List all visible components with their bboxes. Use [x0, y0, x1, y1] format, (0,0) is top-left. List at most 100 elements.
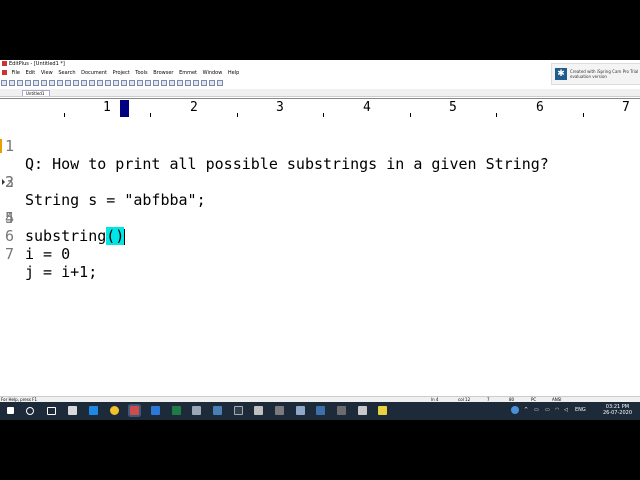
network-icon[interactable]: ▭ [534, 407, 539, 413]
chevron-up-icon[interactable]: ^ [524, 407, 528, 413]
paste-icon[interactable] [65, 80, 71, 86]
ruler-tick [410, 113, 411, 117]
cliptext-icon[interactable] [193, 80, 199, 86]
ruler-number: 5 [449, 100, 457, 115]
cut-icon[interactable] [49, 80, 55, 86]
ruler-tick [150, 113, 151, 117]
ruler-number: 3 [276, 100, 284, 115]
window-title: EditPlus - [Untitled1 *] [9, 61, 65, 67]
code-line: 3 [0, 155, 54, 191]
line-text: j = i+1; [25, 263, 98, 281]
save-icon[interactable] [17, 80, 23, 86]
notice-line-2: evaluation version [570, 74, 607, 79]
windows-start-icon[interactable] [7, 407, 14, 414]
line-text: Q: How to print all possible substrings … [25, 155, 549, 173]
line-number: 7 [5, 245, 15, 263]
menu-search[interactable]: Search [58, 70, 75, 76]
volume-icon[interactable]: ◁ [564, 407, 568, 413]
taskbar-app-icon[interactable] [296, 406, 305, 415]
editplus-taskbar-icon[interactable] [130, 406, 139, 415]
ruler-tick [496, 113, 497, 117]
ruler-tick [583, 113, 584, 117]
menu-help[interactable]: Help [228, 70, 239, 76]
taskbar-app-icon[interactable] [68, 406, 77, 415]
code-line: 1 Q: How to print all possible substring… [0, 119, 549, 173]
menu-view[interactable]: View [41, 70, 53, 76]
print-icon[interactable] [33, 80, 39, 86]
directory-icon[interactable] [201, 80, 207, 86]
title-bar: EditPlus - [Untitled1 *] [0, 60, 640, 68]
redo-icon[interactable] [89, 80, 95, 86]
language-indicator[interactable]: ENG [575, 407, 586, 413]
tools-icon[interactable] [161, 80, 167, 86]
clock[interactable]: 03:21 PM 26-07-2020 [603, 404, 632, 416]
notice-text: Created with iSpring Cam Pro Trial evalu… [570, 69, 638, 79]
settings-icon[interactable] [209, 80, 215, 86]
bracket-match-highlight: () [106, 227, 125, 245]
ruler-tick [237, 113, 238, 117]
taskbar-app-icon[interactable] [378, 406, 387, 415]
new-file-icon[interactable] [1, 80, 7, 86]
save-all-icon[interactable] [25, 80, 31, 86]
find-icon[interactable] [97, 80, 103, 86]
menu-browser[interactable]: Browser [153, 70, 173, 76]
tab-untitled1[interactable]: Untitled1 [22, 90, 50, 96]
menu-window[interactable]: Window [203, 70, 223, 76]
word-icon[interactable] [151, 406, 160, 415]
taskbar: ^ ▭ ▭ ◠ ◁ ENG 03:21 PM 26-07-2020 [0, 402, 640, 420]
code-line: 7 j = i+1; [0, 227, 97, 281]
clear-icon[interactable] [73, 80, 79, 86]
app-icon [2, 61, 7, 66]
line-number-icon[interactable] [153, 80, 159, 86]
document-icon [2, 70, 7, 75]
undo-icon[interactable] [81, 80, 87, 86]
ruler-number: 4 [363, 100, 371, 115]
wifi-icon[interactable]: ◠ [555, 407, 559, 413]
font-icon[interactable] [177, 80, 183, 86]
window-list-icon[interactable] [217, 80, 223, 86]
find-in-files-icon[interactable] [113, 80, 119, 86]
ruler-number: 1 [103, 100, 111, 115]
task-view-icon[interactable] [47, 407, 56, 415]
excel-icon[interactable] [172, 406, 181, 415]
code-line: 2 String s = "abfbba"; [0, 137, 206, 209]
open-file-icon[interactable] [9, 80, 15, 86]
code-line: 5 [0, 191, 54, 227]
taskbar-app-icon[interactable] [316, 406, 325, 415]
taskbar-app-icon[interactable] [89, 406, 98, 415]
editor-area[interactable]: 1 Q: How to print all possible substring… [0, 118, 640, 396]
html-toolbar-icon[interactable] [169, 80, 175, 86]
menu-edit[interactable]: Edit [26, 70, 36, 76]
print-preview-icon[interactable] [41, 80, 47, 86]
copy-icon[interactable] [57, 80, 63, 86]
browser-icon[interactable] [129, 80, 135, 86]
spell-icon[interactable] [185, 80, 191, 86]
user-tray-icon[interactable] [511, 406, 519, 414]
replace-icon[interactable] [105, 80, 111, 86]
menu-project[interactable]: Project [113, 70, 130, 76]
taskbar-app-icon[interactable] [192, 406, 201, 415]
word-wrap-icon[interactable] [137, 80, 143, 86]
goto-icon[interactable] [121, 80, 127, 86]
menu-document[interactable]: Document [81, 70, 107, 76]
taskbar-app-icon[interactable] [213, 406, 222, 415]
menu-file[interactable]: File [12, 70, 20, 76]
menu-emmet[interactable]: Emmet [179, 70, 197, 76]
ruler-number: 2 [190, 100, 198, 115]
taskbar-app-icon[interactable] [337, 406, 346, 415]
taskbar-app-icon[interactable] [358, 406, 367, 415]
tab-bar: Untitled1 [0, 89, 640, 97]
bookmark-marker-icon [0, 139, 5, 153]
taskbar-app-icon[interactable] [234, 406, 243, 415]
code-line: 6 i = 0 [0, 209, 70, 263]
current-line-arrow-icon [2, 179, 5, 185]
recording-notice: ✱ Created with iSpring Cam Pro Trial eva… [551, 63, 640, 85]
taskbar-app-icon[interactable] [254, 406, 263, 415]
battery-icon[interactable]: ▭ [545, 407, 550, 413]
ruler-icon[interactable] [145, 80, 151, 86]
ruler-number: 7 [622, 100, 630, 115]
chrome-icon[interactable] [110, 406, 119, 415]
taskbar-app-icon[interactable] [275, 406, 284, 415]
search-icon[interactable] [26, 407, 34, 415]
menu-tools[interactable]: Tools [135, 70, 147, 76]
